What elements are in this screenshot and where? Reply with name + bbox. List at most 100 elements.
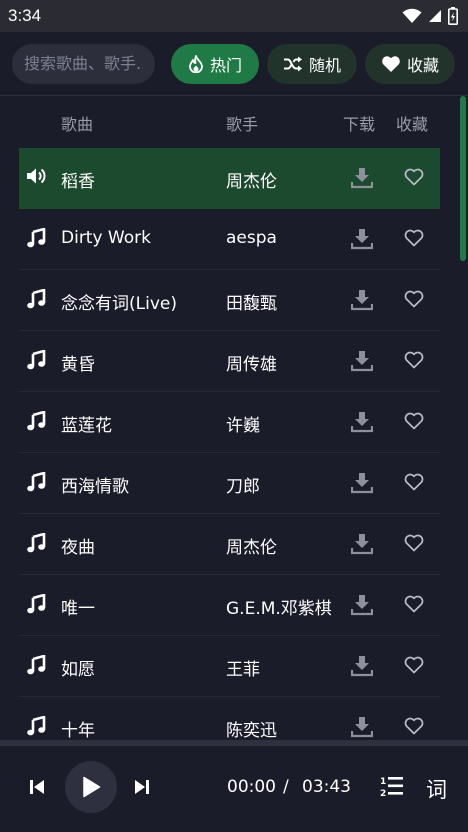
search-input[interactable] [12, 43, 155, 84]
download-button[interactable] [350, 289, 374, 316]
download-icon [350, 351, 374, 372]
music-note-icon [27, 227, 46, 248]
song-artist[interactable]: 许巍 [226, 411, 260, 436]
song-row[interactable]: 如愿 王菲 [19, 636, 440, 697]
song-list: 稻香 周杰伦 Dirty Work aespa 念念有词(Live) 田馥甄 黄… [19, 148, 440, 758]
heart-outline-icon [404, 656, 424, 674]
song-artist[interactable]: 周杰伦 [226, 533, 277, 558]
previous-button[interactable] [29, 778, 45, 796]
music-note-icon [27, 715, 46, 736]
song-artist[interactable]: 周杰伦 [226, 167, 277, 192]
song-title: 唯一 [61, 599, 95, 619]
heart-icon [382, 55, 400, 72]
heart-outline-icon [404, 595, 424, 613]
music-note-icon [27, 410, 46, 431]
list-scrollbar[interactable] [460, 96, 466, 261]
song-row[interactable]: 黄昏 周传雄 [19, 331, 440, 392]
favorite-button[interactable] [404, 412, 424, 435]
svg-text:2: 2 [380, 789, 386, 797]
download-icon [350, 229, 374, 250]
tab-random[interactable]: 随机 [267, 43, 357, 84]
song-title: 十年 [61, 721, 95, 741]
favorite-button[interactable] [404, 168, 424, 191]
song-row[interactable]: 蓝莲花 许巍 [19, 392, 440, 453]
download-icon [350, 412, 374, 433]
song-title: 如愿 [61, 660, 95, 680]
song-title: 稻香 [61, 172, 95, 192]
column-download: 下载 [343, 115, 376, 134]
song-row[interactable]: 念念有词(Live) 田馥甄 [19, 270, 440, 331]
song-title: 念念有词(Live) [61, 294, 177, 314]
download-button[interactable] [350, 167, 374, 194]
download-button[interactable] [350, 594, 374, 621]
list-header: 歌曲 歌手 下载 收藏 [19, 96, 440, 148]
signal-icon [429, 10, 441, 22]
song-artist[interactable]: 陈奕迅 [226, 716, 277, 741]
next-button[interactable] [134, 778, 150, 796]
favorite-button[interactable] [404, 229, 424, 252]
download-button[interactable] [350, 533, 374, 560]
favorite-button[interactable] [404, 473, 424, 496]
download-icon [350, 656, 374, 677]
tab-hot[interactable]: 热门 [171, 43, 259, 84]
column-artist: 歌手 [226, 115, 259, 134]
tab-hot-label: 热门 [209, 55, 242, 75]
top-bar: 热门 随机 收藏 [0, 32, 468, 96]
download-button[interactable] [350, 350, 374, 377]
heart-outline-icon [404, 534, 424, 552]
heart-outline-icon [404, 717, 424, 735]
song-row[interactable]: Dirty Work aespa [19, 209, 440, 270]
favorite-button[interactable] [404, 534, 424, 557]
song-artist[interactable]: G.E.M.邓紫棋 [226, 594, 332, 619]
tab-favorites[interactable]: 收藏 [365, 43, 455, 84]
song-row[interactable]: 夜曲 周杰伦 [19, 514, 440, 575]
song-title: 蓝莲花 [61, 416, 112, 436]
song-artist[interactable]: aespa [226, 228, 277, 248]
music-note-icon [27, 532, 46, 553]
favorite-button[interactable] [404, 656, 424, 679]
svg-text:1: 1 [380, 777, 386, 787]
fire-icon [189, 54, 203, 73]
music-note-icon [27, 593, 46, 614]
heart-outline-icon [404, 412, 424, 430]
favorite-button[interactable] [404, 351, 424, 374]
favorite-button[interactable] [404, 290, 424, 313]
current-time: 00:00 [227, 777, 276, 797]
download-button[interactable] [350, 655, 374, 682]
lyrics-button[interactable]: 词 [426, 774, 447, 804]
play-button[interactable] [65, 761, 117, 813]
download-icon [350, 534, 374, 555]
download-button[interactable] [350, 411, 374, 438]
song-artist[interactable]: 刀郎 [226, 472, 260, 497]
heart-outline-icon [404, 351, 424, 369]
music-note-icon [27, 288, 46, 309]
download-button[interactable] [350, 472, 374, 499]
download-icon [350, 717, 374, 738]
heart-outline-icon [404, 290, 424, 308]
song-row[interactable]: 西海情歌 刀郎 [19, 453, 440, 514]
column-song: 歌曲 [61, 115, 94, 134]
music-note-icon [27, 471, 46, 492]
time-separator: / [283, 777, 289, 797]
song-row[interactable]: 稻香 周杰伦 [19, 148, 440, 209]
song-row[interactable]: 唯一 G.E.M.邓紫棋 [19, 575, 440, 636]
song-title: 黄昏 [61, 355, 95, 375]
heart-outline-icon [404, 229, 424, 247]
song-title: 西海情歌 [61, 477, 129, 497]
shuffle-icon [283, 56, 302, 71]
download-button[interactable] [350, 228, 374, 255]
download-icon [350, 595, 374, 616]
column-favorite: 收藏 [396, 115, 429, 134]
total-time: 03:43 [302, 777, 351, 797]
heart-outline-icon [404, 473, 424, 491]
song-artist[interactable]: 田馥甄 [226, 289, 277, 314]
song-artist[interactable]: 王菲 [226, 655, 260, 680]
favorite-button[interactable] [404, 595, 424, 618]
song-artist[interactable]: 周传雄 [226, 350, 277, 375]
playlist-icon[interactable]: 1 2 [380, 775, 404, 797]
download-button[interactable] [350, 716, 374, 743]
favorite-button[interactable] [404, 717, 424, 740]
download-icon [350, 473, 374, 494]
player-bar: 00:00 / 03:43 1 2 词 [0, 746, 468, 832]
tab-favorites-label: 收藏 [406, 55, 439, 75]
